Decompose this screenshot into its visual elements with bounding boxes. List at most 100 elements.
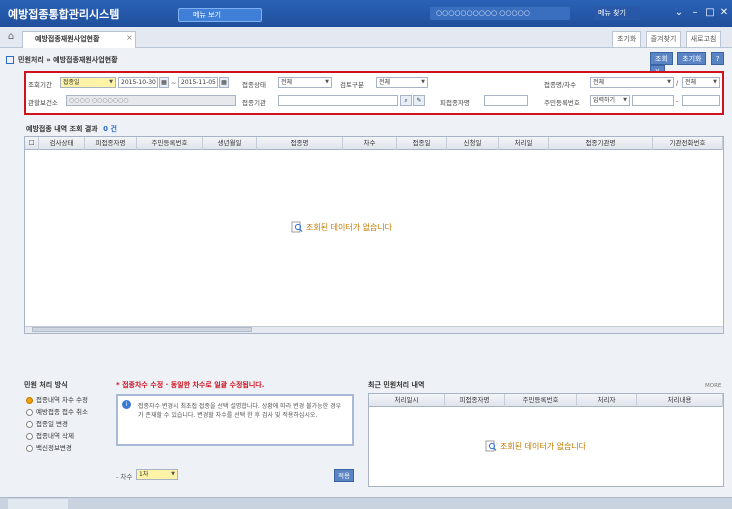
list-count: 0 건 <box>103 125 117 133</box>
chevron-down-icon[interactable]: ⌄ <box>672 7 686 20</box>
column-header[interactable]: 생년월일 <box>203 137 257 150</box>
date-from-input[interactable]: 2015-10-30 <box>118 77 158 88</box>
column-header[interactable]: 접종일 <box>397 137 447 150</box>
more-link[interactable]: MORE <box>705 383 721 389</box>
info-box: 접종차수 변경시 최초접 접종을 선택 설명합니다. 상황에 따라 변경 불가능… <box>116 394 354 446</box>
dose-select[interactable]: 1차 <box>136 469 178 480</box>
menu-button[interactable]: 메뉴 보기 <box>178 8 262 22</box>
dose-name-select[interactable]: 전체 <box>590 77 674 88</box>
recent-title: 최근 민원처리 내역 <box>368 381 425 389</box>
minimize-icon[interactable]: – <box>688 7 702 20</box>
radio-icon <box>26 420 33 428</box>
info-icon: i <box>122 400 131 409</box>
process-option[interactable]: 접종일 변경 <box>26 418 68 428</box>
rrn-back-input[interactable] <box>682 95 720 106</box>
column-header[interactable]: 피접종자명 <box>85 137 137 150</box>
empty-message: 조회된 데이터가 없습니다 <box>306 223 393 232</box>
period-type-select[interactable]: 접종일 <box>60 77 116 88</box>
list-title-text: 예방접종 내역 조회 결과 <box>26 125 98 133</box>
search-button[interactable]: 조회 <box>650 52 673 65</box>
grid-header: ☐ 검사상태 피접종자명 주민등록번호 생년월일 접종명 차수 접종일 신청일 … <box>25 137 723 150</box>
recent-grid: 처리일시 피접종자명 주민등록번호 처리자 처리내용 <box>368 393 724 487</box>
process-option[interactable]: 접종내역 삭제 <box>26 430 74 440</box>
process-option[interactable]: 백신정보변경 <box>26 442 72 452</box>
rrn-type-select[interactable]: 입력하기 <box>590 95 630 106</box>
magnifier-icon <box>291 221 303 233</box>
process-option[interactable]: 예방접종 접수 취소 <box>26 406 88 416</box>
agency-input[interactable] <box>278 95 398 106</box>
vaccine-status-select[interactable]: 전체 <box>278 77 332 88</box>
process-option[interactable]: 접종내역 차수 수정 <box>26 394 88 404</box>
app-title: 예방접종통합관리시스템 <box>8 8 120 21</box>
column-header[interactable]: 처리자 <box>577 394 637 407</box>
column-header[interactable]: 피접종자명 <box>445 394 505 407</box>
column-header[interactable]: 검사상태 <box>39 137 85 150</box>
column-header[interactable]: 주민등록번호 <box>505 394 577 407</box>
tab-close-icon[interactable]: × <box>126 33 133 42</box>
process-title: 민원 처리 방식 <box>24 381 68 389</box>
vaccine-status-label: 접종상태 <box>242 81 266 89</box>
radio-icon <box>26 444 33 452</box>
date-to-input[interactable]: 2015-11-05 <box>178 77 218 88</box>
dose-label: - 차수 <box>116 473 133 481</box>
status-tab[interactable] <box>8 499 68 509</box>
calendar-icon[interactable]: ▦ <box>159 77 169 88</box>
column-header[interactable]: 접종기관명 <box>549 137 653 150</box>
breadcrumb: 민원처리 » 예방접종재원사업현황 <box>18 56 118 64</box>
process-option-label: 접종내역 삭제 <box>36 432 74 440</box>
favorites-button[interactable]: 즐겨찾기 <box>645 31 682 48</box>
radio-icon <box>26 408 33 416</box>
list-title: 예방접종 내역 조회 결과 0 건 <box>26 124 117 134</box>
process-option-label: 접종내역 차수 수정 <box>36 396 88 404</box>
close-icon[interactable]: ✕ <box>717 7 731 20</box>
agency-label: 접종기관 <box>242 99 266 107</box>
slash-separator: / <box>676 79 679 87</box>
column-header[interactable]: 차수 <box>343 137 397 150</box>
empty-message: 조회된 데이터가 없습니다 <box>500 442 587 451</box>
dose-num-select[interactable]: 전체 <box>682 77 720 88</box>
date-separator: ~ <box>171 79 177 87</box>
select-all-checkbox[interactable]: ☐ <box>25 137 39 150</box>
recipient-label: 피접종자명 <box>440 99 470 107</box>
reset-tabs-button[interactable]: 초기화 <box>612 31 642 48</box>
user-info: ○○○○○○○○○○ ○○○○○ <box>430 7 570 20</box>
menu-search-button[interactable]: 메뉴 찾기 <box>594 7 640 20</box>
page-icon <box>6 56 14 64</box>
magnifier-icon <box>485 440 497 452</box>
period-label: 조회기간 <box>28 81 52 89</box>
column-header[interactable]: 처리내용 <box>637 394 723 407</box>
radio-selected-icon <box>26 396 33 404</box>
column-header[interactable]: 처리일시 <box>369 394 445 407</box>
clinic-label: 관할보건소 <box>28 99 58 107</box>
review-label: 검토구분 <box>340 81 364 89</box>
column-header[interactable]: 기관전화번호 <box>653 137 723 150</box>
column-header[interactable]: 처리일 <box>499 137 549 150</box>
help-button[interactable]: ? <box>710 52 725 65</box>
apply-button[interactable]: 적용 <box>334 469 354 482</box>
rrn-front-input[interactable] <box>632 95 674 106</box>
process-option-label: 예방접종 접수 취소 <box>36 408 88 416</box>
tab-right-buttons: 초기화 즐겨찾기 새로고침 <box>610 31 722 48</box>
calendar-icon[interactable]: ▦ <box>219 77 229 88</box>
search-icon[interactable]: ⌕ <box>400 95 412 106</box>
recipient-input[interactable] <box>484 95 528 106</box>
dash-separator: - <box>676 97 679 105</box>
column-header[interactable]: 신청일 <box>447 137 499 150</box>
refresh-button[interactable]: 새로고침 <box>685 31 722 48</box>
radio-icon <box>26 432 33 440</box>
review-select[interactable]: 전체 <box>376 77 428 88</box>
scrollbar-thumb[interactable] <box>32 327 252 332</box>
process-warning: * 접종차수 수정 · 동일한 차수로 일괄 수정됩니다. <box>116 381 265 389</box>
tab-active[interactable]: 예방접종재원사업현황 <box>22 31 136 48</box>
column-header[interactable]: 주민등록번호 <box>137 137 203 150</box>
column-header[interactable]: 접종명 <box>257 137 343 150</box>
process-option-label: 백신정보변경 <box>36 444 72 452</box>
home-icon[interactable]: ⌂ <box>4 30 18 44</box>
clinic-input: ○○○○ ○○○○○○○ <box>66 95 236 106</box>
maximize-icon[interactable]: □ <box>703 7 717 20</box>
result-grid: ☐ 검사상태 피접종자명 주민등록번호 생년월일 접종명 차수 접종일 신청일 … <box>24 136 724 334</box>
rrn-label: 주민등록번호 <box>544 99 580 107</box>
process-option-label: 접종일 변경 <box>36 420 68 428</box>
reset-button[interactable]: 초기화 <box>677 52 707 65</box>
edit-icon[interactable]: ✎ <box>413 95 425 106</box>
